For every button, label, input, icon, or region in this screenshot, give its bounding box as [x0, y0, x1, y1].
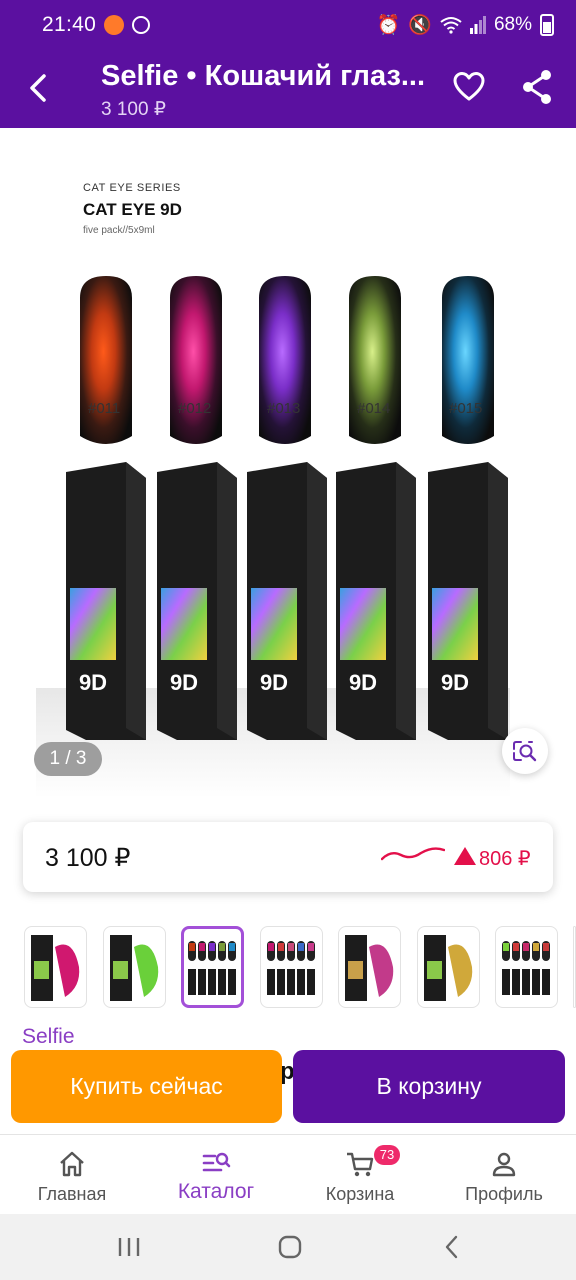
bottle-print-label: 9D	[260, 670, 288, 695]
battery-percentage: 68%	[493, 14, 532, 35]
image-product-name: CAT EYE 9D	[83, 200, 182, 219]
mute-icon: 🔇	[408, 15, 432, 36]
alarm-icon: ⏰	[376, 15, 401, 36]
thumbnail[interactable]	[495, 926, 558, 1008]
nav-label: Главная	[37, 1184, 107, 1204]
thumbnail[interactable]	[103, 926, 166, 1008]
battery-icon	[540, 14, 554, 36]
home-system-icon[interactable]	[275, 1232, 305, 1262]
nav-item-home[interactable]: Главная	[0, 1135, 144, 1215]
image-search-icon	[513, 741, 537, 762]
favorite-button[interactable]	[452, 70, 486, 104]
recent-apps-icon[interactable]	[114, 1232, 144, 1262]
bottom-navigation: Главная Каталог 73 Корзина Профиль	[0, 1134, 576, 1214]
buy-now-button[interactable]: Купить сейчас	[11, 1050, 282, 1123]
profile-icon	[492, 1152, 516, 1177]
header-price: 3 100 ₽	[101, 99, 166, 120]
catalog-icon	[202, 1152, 231, 1172]
nav-label: Профиль	[465, 1184, 543, 1204]
price-trend-sparkline	[381, 847, 445, 861]
status-bar: 21:40 ⏰ 🔇 68%	[0, 0, 576, 50]
price-card[interactable]: 3 100 ₽ 806 ₽	[23, 822, 553, 892]
cart-icon	[347, 1152, 374, 1177]
bottle-print-label: 9D	[170, 670, 198, 695]
bottle-print-label: 9D	[441, 670, 469, 695]
shade-label: #012	[178, 400, 212, 417]
obscured-title-text: р	[280, 1058, 294, 1085]
status-time: 21:40	[42, 13, 97, 36]
thumbnail[interactable]	[338, 926, 401, 1008]
bottle-print-label: 9D	[79, 670, 107, 695]
image-pack-info: five pack//5x9ml	[83, 225, 155, 236]
thumbnail-strip[interactable]	[24, 926, 576, 1010]
current-price: 3 100 ₽	[45, 844, 131, 872]
shade-label: #011	[88, 400, 121, 417]
nav-label: Корзина	[325, 1184, 395, 1204]
gallery-page-indicator: 1 / 3	[34, 742, 102, 776]
nav-item-cart[interactable]: 73 Корзина	[288, 1135, 432, 1215]
notification-messenger-icon	[132, 16, 151, 34]
nav-item-profile[interactable]: Профиль	[432, 1135, 576, 1215]
signal-icon	[469, 16, 486, 34]
share-button[interactable]	[519, 68, 555, 106]
app-bar: Selfie • Кошачий глаз... 3 100 ₽	[0, 50, 576, 128]
thumbnail[interactable]	[417, 926, 480, 1008]
price-change: 806 ₽	[479, 848, 531, 870]
notification-app-icon	[104, 15, 125, 35]
shade-label: #015	[449, 400, 483, 417]
home-icon	[60, 1151, 84, 1177]
visual-search-button[interactable]	[502, 728, 548, 774]
shade-label: #013	[267, 400, 301, 417]
thumbnail-active[interactable]	[181, 926, 244, 1008]
brand-link[interactable]: Selfie	[22, 1025, 75, 1049]
add-to-cart-button[interactable]: В корзину	[293, 1050, 565, 1123]
shade-label: #014	[357, 400, 391, 417]
nav-label: Каталог	[177, 1180, 255, 1203]
image-series-label: CAT EYE SERIES	[83, 182, 181, 194]
wifi-icon	[440, 17, 462, 34]
thumbnail[interactable]	[260, 926, 323, 1008]
nav-item-catalog[interactable]: Каталог	[144, 1135, 288, 1215]
bottle-print-label: 9D	[349, 670, 377, 695]
system-navigation-bar	[0, 1214, 576, 1280]
page-title: Selfie • Кошачий глаз...	[101, 60, 426, 92]
cart-count-badge: 73	[374, 1145, 400, 1165]
back-button[interactable]	[22, 68, 58, 108]
product-image-gallery[interactable]: CAT EYE SERIES CAT EYE 9D five pack//5x9…	[0, 128, 576, 800]
back-system-icon[interactable]	[437, 1232, 467, 1262]
price-up-icon	[454, 847, 476, 865]
thumbnail[interactable]	[24, 926, 87, 1008]
